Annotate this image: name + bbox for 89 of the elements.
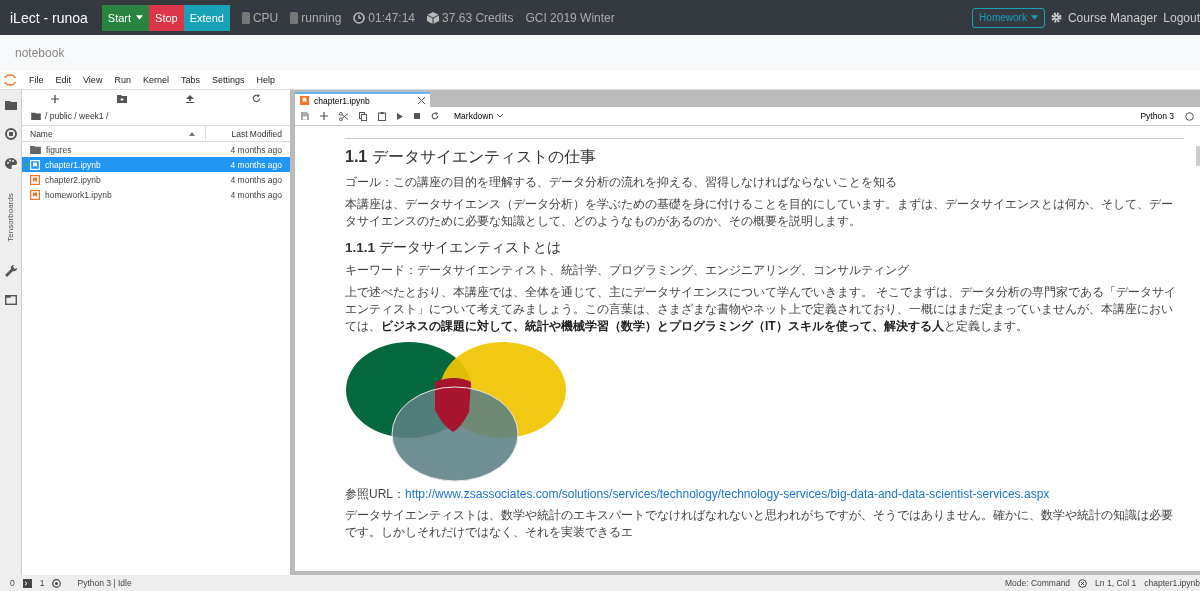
mode-indicator: Mode: Command <box>1004 578 1071 588</box>
upload-icon[interactable] <box>185 94 194 103</box>
file-row[interactable]: chapter2.ipynb 4 months ago <box>22 172 290 187</box>
file-name: figures <box>46 144 73 155</box>
modified-time: 4 months ago <box>230 144 283 155</box>
status-text: CPU <box>252 10 279 25</box>
folder-icon <box>30 145 41 154</box>
caret-icon <box>136 15 144 20</box>
cube-icon <box>427 11 440 24</box>
reference-label: 参照URL： <box>345 486 405 501</box>
modified-time: 4 months ago <box>230 159 283 170</box>
reference-link[interactable]: http://www.zsassociates.com/solutions/services/technology/technology-services/big-data-and-data-scientist-services.aspx <box>405 486 1050 501</box>
paragraph: 本講座は、データサイエンス（データ分析）を学ぶための基礎を身に付けることを目的にしています。まずは、データサイエンスとは何か、そして、データサイエンスのために必要な知識として、どのようなものがあるのか、その概要を説明します。 <box>345 195 1174 230</box>
window-icon[interactable] <box>4 295 17 305</box>
file-row[interactable]: figures 4 months ago <box>22 142 290 157</box>
file-name: chapter1.ipynb <box>45 159 102 170</box>
menu-item[interactable]: Run <box>114 75 131 85</box>
cancel-icon <box>1078 578 1088 588</box>
menu-item[interactable]: Settings <box>211 75 245 85</box>
refresh-icon[interactable] <box>251 94 261 103</box>
wrench-icon[interactable] <box>4 265 17 277</box>
notebook-icon <box>30 159 40 170</box>
menu-item[interactable]: Kernel <box>142 75 169 85</box>
scissors-icon[interactable] <box>339 111 348 121</box>
notebook-icon <box>300 96 309 105</box>
status-text: running <box>301 10 342 25</box>
menu-item[interactable]: Edit <box>55 75 72 85</box>
run-icon[interactable] <box>397 112 403 120</box>
session-button[interactable]: Stop <box>149 4 184 31</box>
caret-icon <box>1030 15 1038 20</box>
restart-icon[interactable] <box>431 112 439 120</box>
plus-icon[interactable] <box>51 94 60 103</box>
notebook-icon <box>30 174 40 185</box>
paragraph: キーワード：データサイエンティスト、統計学、プログラミング、エンジニアリング、コンサルティング <box>345 262 910 280</box>
notebook-tab[interactable]: chapter1.ipynb <box>295 92 430 107</box>
session-button[interactable]: Start <box>101 4 150 31</box>
new-folder-icon[interactable] <box>117 94 128 103</box>
current-file: chapter1.ipynb <box>1144 578 1200 588</box>
folder-icon[interactable] <box>31 112 41 120</box>
kernel-icon <box>52 578 62 588</box>
status-text: 37.63 Credits <box>442 10 514 25</box>
app-title: iLect - runoa <box>10 9 88 26</box>
menu-item[interactable]: Tabs <box>180 75 200 85</box>
terminal-icon <box>22 578 32 588</box>
palette-icon[interactable] <box>4 158 17 169</box>
notebook-icon <box>30 189 40 200</box>
breadcrumb: notebook <box>15 46 65 60</box>
chevron-down-icon <box>497 114 504 118</box>
terminal-count: 0 <box>10 578 15 588</box>
modified-time: 4 months ago <box>230 189 283 200</box>
column-header[interactable]: Last Modified <box>206 128 290 139</box>
file-name: homework1.ipynb <box>45 189 113 200</box>
paste-icon[interactable] <box>378 111 386 121</box>
close-icon[interactable] <box>418 97 425 104</box>
menu-item[interactable]: View <box>83 75 103 85</box>
tab-title: chapter1.ipynb <box>314 95 370 106</box>
jupyter-logo-icon <box>4 74 16 86</box>
subsection-heading: 1.1.1 データサイエンティストとは <box>345 239 562 258</box>
section-heading: 1.1 データサイエンティストの仕事 <box>345 147 597 167</box>
status-text: 01:47:14 <box>368 10 416 25</box>
kernel-status: Python 3 | Idle <box>77 578 132 588</box>
menu-item[interactable]: Help <box>256 75 275 85</box>
paragraph: データサイエンティストは、数学や統計のエキスパートでなければなれないと思われがちですが、そうではありません。確かに、数学や統計の知識は必要です。しかしそれだけではなく、それを実装できるエ <box>345 507 1174 541</box>
cursor-position: Ln 1, Col 1 <box>1095 578 1137 588</box>
tensorboards-tab[interactable]: Tensorboards <box>6 192 15 242</box>
logout-link[interactable]: Logout <box>1163 10 1200 25</box>
plus-icon[interactable] <box>320 112 328 120</box>
file-row[interactable]: homework1.ipynb 4 months ago <box>22 187 290 202</box>
status-text: GCI 2019 Winter <box>525 10 615 25</box>
folder-icon[interactable] <box>4 100 17 110</box>
file-name: chapter2.ipynb <box>45 174 102 185</box>
menu-item[interactable]: File <box>29 75 44 85</box>
clock-icon <box>353 11 366 24</box>
kernel-status-icon <box>1185 111 1194 121</box>
paragraph: ゴール：この講座の目的を理解する、データ分析の流れを抑える、習得しなければならないことを知る <box>345 174 898 191</box>
column-header[interactable]: Name <box>22 126 206 141</box>
meter-icon <box>241 11 250 24</box>
sort-icon <box>189 131 195 136</box>
paragraph: 上で述べたとおり、本講座では、全体を通じて、主にデータサイエンスについて学んでいきます。 そこでまずは、データ分析の専門家である「データサイエンティスト」について考えてみましょう。この言葉は、さまざまな書物やネット上で定義されており、一概にはまだ定まっていませんが、本講座においては、ビジネスの課題に対して、統計や機械学習（数学）とプログラミング（IT）スキルを使って、解決する人と定義します。 <box>345 284 1178 335</box>
course-manager-link[interactable]: Course Manager <box>1067 10 1158 25</box>
kernel-name[interactable]: Python 3 <box>1140 111 1174 121</box>
copy-icon[interactable] <box>359 111 367 121</box>
meter-icon <box>290 11 299 24</box>
kernel-count: 1 <box>39 578 45 588</box>
breadcrumb-path[interactable]: / public / week1 / <box>45 111 109 121</box>
stop-circle-icon[interactable] <box>4 128 17 140</box>
homework-dropdown[interactable]: Homework <box>972 7 1045 28</box>
cell-type-dropdown[interactable]: Markdown <box>454 111 504 121</box>
modified-time: 4 months ago <box>230 174 283 185</box>
